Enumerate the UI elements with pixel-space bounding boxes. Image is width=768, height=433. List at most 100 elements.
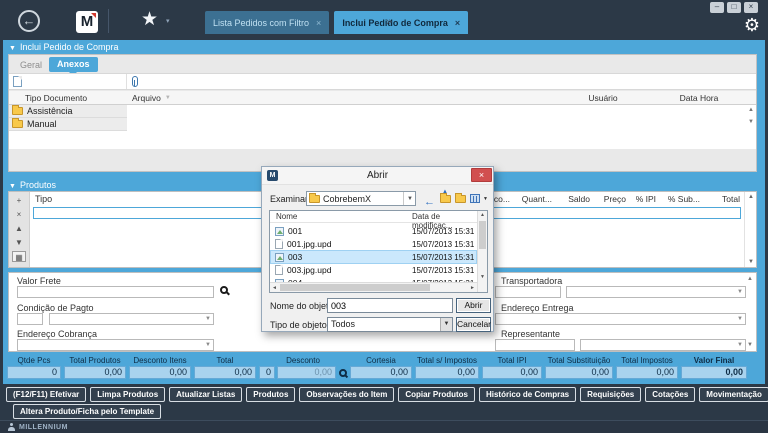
scroll-up-icon[interactable]: ▲ [480, 212, 485, 218]
column-ipi[interactable]: % IPI [626, 194, 656, 204]
requisicoes-button[interactable]: Requisições [580, 387, 641, 402]
table-row[interactable]: Assistência [9, 105, 756, 118]
search-icon[interactable] [339, 369, 347, 377]
tab-close-icon[interactable]: × [455, 18, 460, 28]
transportadora-code-input[interactable] [495, 286, 561, 298]
move-up-icon[interactable]: ▲ [12, 223, 26, 234]
file-row[interactable]: 001 15/07/2013 15:31 [271, 225, 476, 237]
tab-inclui-pedido[interactable]: Inclui Pedido de Compra × [334, 11, 468, 34]
column-nome[interactable]: Nome [276, 212, 297, 221]
add-row-icon[interactable]: + [12, 195, 26, 206]
favorites-dropdown-icon[interactable]: ▾ [166, 17, 170, 25]
section-header-produtos[interactable]: ▼Produtos [9, 180, 56, 190]
scroll-down-icon[interactable]: ▼ [480, 274, 485, 280]
tab-lista-pedidos[interactable]: Lista Pedidos com Filtro × [205, 11, 329, 34]
dialog-close-button[interactable]: × [471, 168, 492, 182]
back-icon[interactable]: ← [18, 10, 40, 32]
back-navigation-icon[interactable]: ← [423, 192, 436, 205]
folder-select-combo[interactable]: CobrebemX ▼ [306, 191, 416, 206]
nome-objeto-input[interactable] [327, 298, 453, 313]
column-tipo[interactable]: Tipo [35, 194, 52, 204]
paperclip-icon[interactable] [132, 76, 138, 87]
column-quantidade[interactable]: Quant... [510, 194, 552, 204]
column-usuario[interactable]: Usuário [547, 93, 659, 103]
section-header-inclui-pedido[interactable]: ▼Inclui Pedido de Compra [9, 42, 119, 52]
favorites-star-icon[interactable]: ★ [141, 8, 158, 31]
table-row[interactable]: Manual [9, 118, 756, 131]
minimize-button[interactable]: – [710, 2, 724, 13]
scroll-down-icon[interactable]: ▼ [748, 259, 754, 265]
column-arquivo[interactable]: Arquivo▼ [127, 93, 547, 103]
scrollbar-thumb[interactable] [280, 284, 430, 291]
file-row[interactable]: 001.jpg.upd 15/07/2013 15:31 [271, 238, 476, 250]
scroll-up-icon[interactable]: ▲ [747, 276, 753, 282]
brand-label: MILLENNIUM [19, 424, 68, 431]
cancelar-button[interactable]: Cancelar [456, 317, 491, 332]
column-tipo-documento[interactable]: Tipo Documento [9, 93, 127, 103]
efetivar-button[interactable]: (F12/F11) Efetivar [6, 387, 86, 402]
file-list-hscrollbar[interactable]: ◄ ► [270, 282, 477, 292]
dialog-title: Abrir [262, 170, 493, 181]
file-row[interactable]: 003.jpg.upd 15/07/2013 15:31 [271, 264, 476, 276]
scroll-down-icon[interactable]: ▼ [748, 119, 754, 125]
new-document-icon[interactable] [13, 76, 22, 87]
cotacoes-button[interactable]: Cotações [645, 387, 695, 402]
column-sub[interactable]: % Sub... [656, 194, 700, 204]
app-logo[interactable]: M [76, 11, 98, 33]
limpa-produtos-button[interactable]: Limpa Produtos [90, 387, 165, 402]
view-menu-icon[interactable]: ▼ [470, 192, 483, 205]
copiar-produtos-button[interactable]: Copiar Produtos [398, 387, 475, 402]
endereco-entrega-combo[interactable] [495, 313, 746, 325]
filter-icon[interactable]: ▼ [165, 95, 171, 101]
scroll-down-icon[interactable]: ▼ [747, 342, 753, 348]
tipo-objeto-combo[interactable]: Todos ▼ [327, 317, 453, 332]
condicao-pagto-code-input[interactable] [17, 313, 43, 325]
tab-geral[interactable]: Geral [14, 58, 48, 72]
new-tab-arrow-icon[interactable]: » [386, 16, 392, 28]
maximize-button[interactable]: □ [727, 2, 741, 13]
scroll-right-icon[interactable]: ► [470, 285, 475, 291]
column-total[interactable]: Total [700, 194, 740, 204]
tab-close-icon[interactable]: × [316, 18, 321, 28]
move-down-icon[interactable]: ▼ [12, 237, 26, 248]
scrollbar-thumb[interactable] [479, 221, 486, 249]
produtos-scrollbar[interactable]: ▲ ▼ [744, 192, 756, 267]
condicao-pagto-combo[interactable] [49, 313, 214, 325]
settings-gear-icon[interactable]: ⚙ [744, 15, 760, 36]
column-saldo[interactable]: Saldo [552, 194, 590, 204]
file-list-vscrollbar[interactable]: ▲ ▼ [477, 211, 487, 292]
atualizar-listas-button[interactable]: Atualizar Listas [169, 387, 242, 402]
column-preco[interactable]: Preço [590, 194, 626, 204]
search-icon[interactable] [220, 286, 228, 294]
delete-row-icon[interactable]: × [12, 209, 26, 220]
anexos-table-header: Tipo Documento Arquivo▼ Usuário Data Hor… [9, 91, 756, 105]
observacoes-item-button[interactable]: Observações do Item [299, 387, 394, 402]
dialog-titlebar[interactable]: M Abrir × [262, 167, 493, 185]
valor-frete-input[interactable] [17, 286, 214, 298]
endereco-cobranca-combo[interactable] [17, 339, 214, 351]
movimentacao-button[interactable]: Movimentação [699, 387, 768, 402]
scroll-up-icon[interactable]: ▲ [748, 107, 754, 113]
transportadora-combo[interactable] [566, 286, 746, 298]
scroll-up-icon[interactable]: ▲ [748, 194, 754, 200]
file-row-selected[interactable]: 003 15/07/2013 15:31 [271, 251, 476, 263]
grid-view-icon[interactable]: ▦ [12, 251, 26, 262]
chevron-down-icon[interactable]: ▼ [403, 192, 413, 205]
total-group: Desconto Itens 0,00 [129, 355, 191, 379]
desconto-pct-input[interactable]: 0 [259, 366, 275, 379]
chevron-down-icon[interactable]: ▼ [440, 318, 452, 331]
historico-compras-button[interactable]: Histórico de Compras [479, 387, 576, 402]
produtos-button[interactable]: Produtos [246, 387, 295, 402]
tab-anexos[interactable]: Anexos [49, 57, 98, 72]
abrir-button[interactable]: Abrir [456, 298, 491, 313]
column-data-hora[interactable]: Data Hora [659, 93, 739, 103]
new-folder-icon[interactable] [454, 192, 467, 205]
representante-combo[interactable] [580, 339, 746, 351]
representante-code-input[interactable] [495, 339, 575, 351]
close-button[interactable]: × [744, 2, 758, 13]
up-folder-icon[interactable]: ▲ [439, 192, 452, 205]
scroll-left-icon[interactable]: ◄ [272, 285, 277, 291]
transportadora-label: Transportadora [501, 276, 562, 286]
altera-produto-template-button[interactable]: Altera Produto/Ficha pelo Template [13, 404, 161, 419]
total-group: Total Substituição 0,00 [545, 355, 613, 379]
